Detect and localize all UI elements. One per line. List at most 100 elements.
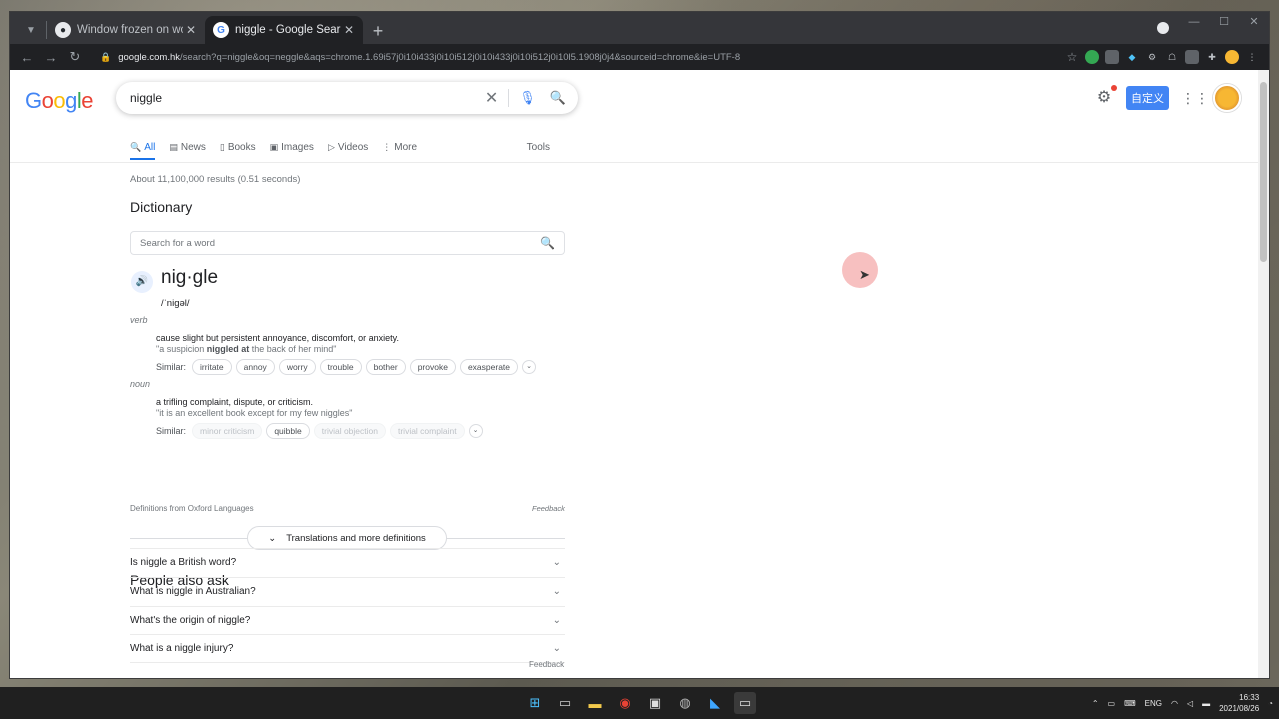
file-explorer-icon[interactable]: ▬ [584, 692, 606, 714]
keyboard-icon[interactable]: ⌨ [1124, 699, 1136, 708]
tab-books[interactable]: ▯ Books [220, 134, 256, 160]
clear-icon[interactable]: ✕ [475, 88, 508, 108]
extension-reader-icon[interactable]: ☖ [1165, 50, 1179, 64]
close-window-icon[interactable]: ✕ [1239, 12, 1269, 34]
settings-gear-icon[interactable]: ⚙ [1094, 85, 1117, 108]
search-tabs: 🔍 All ▤ News ▯ Books ▣ Images ▷ Videos ⋮ More … [130, 134, 564, 160]
image-icon: ▣ [269, 141, 279, 152]
dictionary-search-placeholder[interactable]: Search for a word [140, 238, 540, 249]
bookmark-star-icon[interactable]: ☆ [1065, 50, 1079, 64]
browser-tab-google[interactable]: G niggle - Google Search ✕ [205, 16, 363, 44]
vscode-icon[interactable]: ◣ [704, 692, 726, 714]
tools-button[interactable]: Tools [527, 134, 550, 160]
example: "a suspicion niggled at the back of her … [156, 344, 336, 354]
tab-more[interactable]: ⋮ More [382, 134, 417, 160]
language-indicator[interactable]: ENG [1145, 699, 1162, 708]
news-icon: ▤ [169, 141, 178, 152]
google-logo[interactable]: Google [25, 88, 94, 114]
chrome-icon[interactable]: ◉ [614, 692, 636, 714]
new-tab-button[interactable]: + [363, 18, 393, 44]
extension-gear-icon[interactable]: ⚙ [1145, 50, 1159, 64]
extension-ub-icon[interactable] [1185, 50, 1199, 64]
reload-icon[interactable]: ↻ [64, 46, 86, 68]
clock[interactable]: 16:33 2021/08/26 [1219, 692, 1259, 714]
tab-videos[interactable]: ▷ Videos [328, 134, 368, 160]
forward-icon[interactable]: → [40, 46, 62, 68]
notification-icon[interactable]: ◔ [1268, 699, 1273, 708]
pinned-tab[interactable]: ▼ [16, 16, 46, 44]
similar-chip[interactable]: worry [278, 359, 316, 375]
minimize-icon[interactable]: — [1179, 12, 1209, 34]
back-icon[interactable]: ← [16, 46, 38, 68]
header-divider [10, 162, 1258, 163]
windows-start-icon[interactable]: ⊞ [524, 692, 546, 714]
power-icon[interactable]: ▬ [1202, 699, 1210, 708]
feedback-link[interactable]: Feedback [529, 660, 564, 669]
profile-icon[interactable] [1157, 22, 1169, 34]
paa-question-text: What is a niggle injury? [130, 643, 234, 654]
dictionary-source[interactable]: Definitions from Oxford Languages [130, 504, 254, 513]
similar-chip[interactable]: provoke [409, 359, 456, 375]
dictionary-search-input[interactable]: Search for a word 🔍 [130, 231, 565, 255]
divider [130, 662, 565, 663]
similar-chip[interactable]: bother [365, 359, 406, 375]
extension-translate-icon[interactable] [1105, 50, 1119, 64]
maximize-icon[interactable]: ☐ [1209, 12, 1239, 34]
translations-button[interactable]: ⌄ Translations and more definitions [247, 526, 447, 550]
scrollbar[interactable] [1258, 70, 1269, 678]
paa-question[interactable]: Is niggle a British word? ⌄ [130, 548, 565, 576]
paa-question[interactable]: What's the origin of niggle? ⌄ [130, 606, 565, 634]
tab-label: Books [227, 141, 256, 153]
tab-label: Videos [337, 141, 369, 153]
terminal-icon[interactable]: ▭ [554, 692, 576, 714]
menu-kebab-icon[interactable]: ⋮ [1245, 50, 1259, 64]
browser-window: ▼ ● Window frozen on workspace sw ✕ G ni… [9, 11, 1270, 679]
similar-chip[interactable]: quibble [266, 423, 310, 439]
monitor-app-icon[interactable]: ▭ [734, 692, 756, 714]
search-input[interactable]: niggle ✕ 🎙 🔍 [116, 82, 578, 114]
search-app-icon[interactable]: ◍ [674, 692, 696, 714]
tab-news[interactable]: ▤ News [169, 134, 206, 160]
extensions-puzzle-icon[interactable]: ✚ [1205, 50, 1219, 64]
scrollbar-thumb[interactable] [1260, 82, 1267, 262]
phonetic: /ˈniɡəl/ [161, 298, 190, 309]
microphone-icon[interactable]: 🎙 [519, 90, 536, 106]
similar-chip[interactable]: trouble [319, 359, 362, 375]
paa-question[interactable]: What is niggle in Australian? ⌄ [130, 577, 565, 605]
tab-all[interactable]: 🔍 All [130, 134, 156, 160]
close-tab-icon[interactable]: ✕ [341, 23, 357, 37]
close-tab-icon[interactable]: ✕ [183, 23, 199, 37]
extension-green-icon[interactable] [1085, 50, 1099, 64]
profile-avatar-icon[interactable] [1225, 50, 1239, 64]
search-query[interactable]: niggle [130, 91, 475, 105]
apps-grid-icon[interactable]: ⋮⋮⋮ [1181, 90, 1223, 107]
similar-chip[interactable]: irritate [192, 359, 232, 375]
similar-chip[interactable]: exasperate [459, 359, 519, 375]
feedback-link[interactable]: Feedback [532, 504, 565, 513]
wifi-icon[interactable]: ◠ [1171, 699, 1178, 708]
battery-icon[interactable]: ▭ [1108, 699, 1116, 708]
clock-time: 16:33 [1239, 693, 1260, 702]
paa-question[interactable]: What is a niggle injury? ⌄ [130, 634, 565, 662]
customize-button[interactable]: 自定义 [1126, 86, 1169, 110]
speaker-icon[interactable]: 🔊 [131, 271, 153, 293]
avatar[interactable] [1213, 84, 1241, 112]
browser-tab-github[interactable]: ● Window frozen on workspace sw ✕ [47, 16, 205, 44]
tab-images[interactable]: ▣ Images [270, 134, 314, 160]
similar-label: Similar: [156, 426, 187, 436]
address-bar[interactable]: 🔒 google.com.hk/search?q=niggle&oq=neggl… [92, 46, 1063, 68]
lock-icon[interactable]: 🔒 [100, 52, 111, 63]
part-of-speech: verb [130, 315, 148, 325]
search-icon[interactable]: 🔍 [550, 90, 566, 106]
chevron-up-icon[interactable]: ⌃ [1092, 699, 1099, 708]
chevron-down-icon[interactable]: ⌄ [468, 424, 483, 438]
volume-icon[interactable]: ◁ [1187, 699, 1193, 708]
similar-chip[interactable]: annoy [235, 359, 275, 375]
extension-diamond-icon[interactable]: ◆ [1125, 50, 1139, 64]
search-icon[interactable]: 🔍 [540, 236, 555, 250]
clock-date: 2021/08/26 [1219, 704, 1260, 713]
example-text: "a suspicion [156, 344, 207, 354]
app-icon[interactable]: ▣ [644, 692, 666, 714]
chevron-down-icon[interactable]: ⌄ [522, 360, 537, 374]
taskbar: ⊞ ▭ ▬ ◉ ▣ ◍ ◣ ▭ ⌃ ▭ ⌨ ENG ◠ ◁ ▬ 16:33 20… [0, 687, 1279, 719]
